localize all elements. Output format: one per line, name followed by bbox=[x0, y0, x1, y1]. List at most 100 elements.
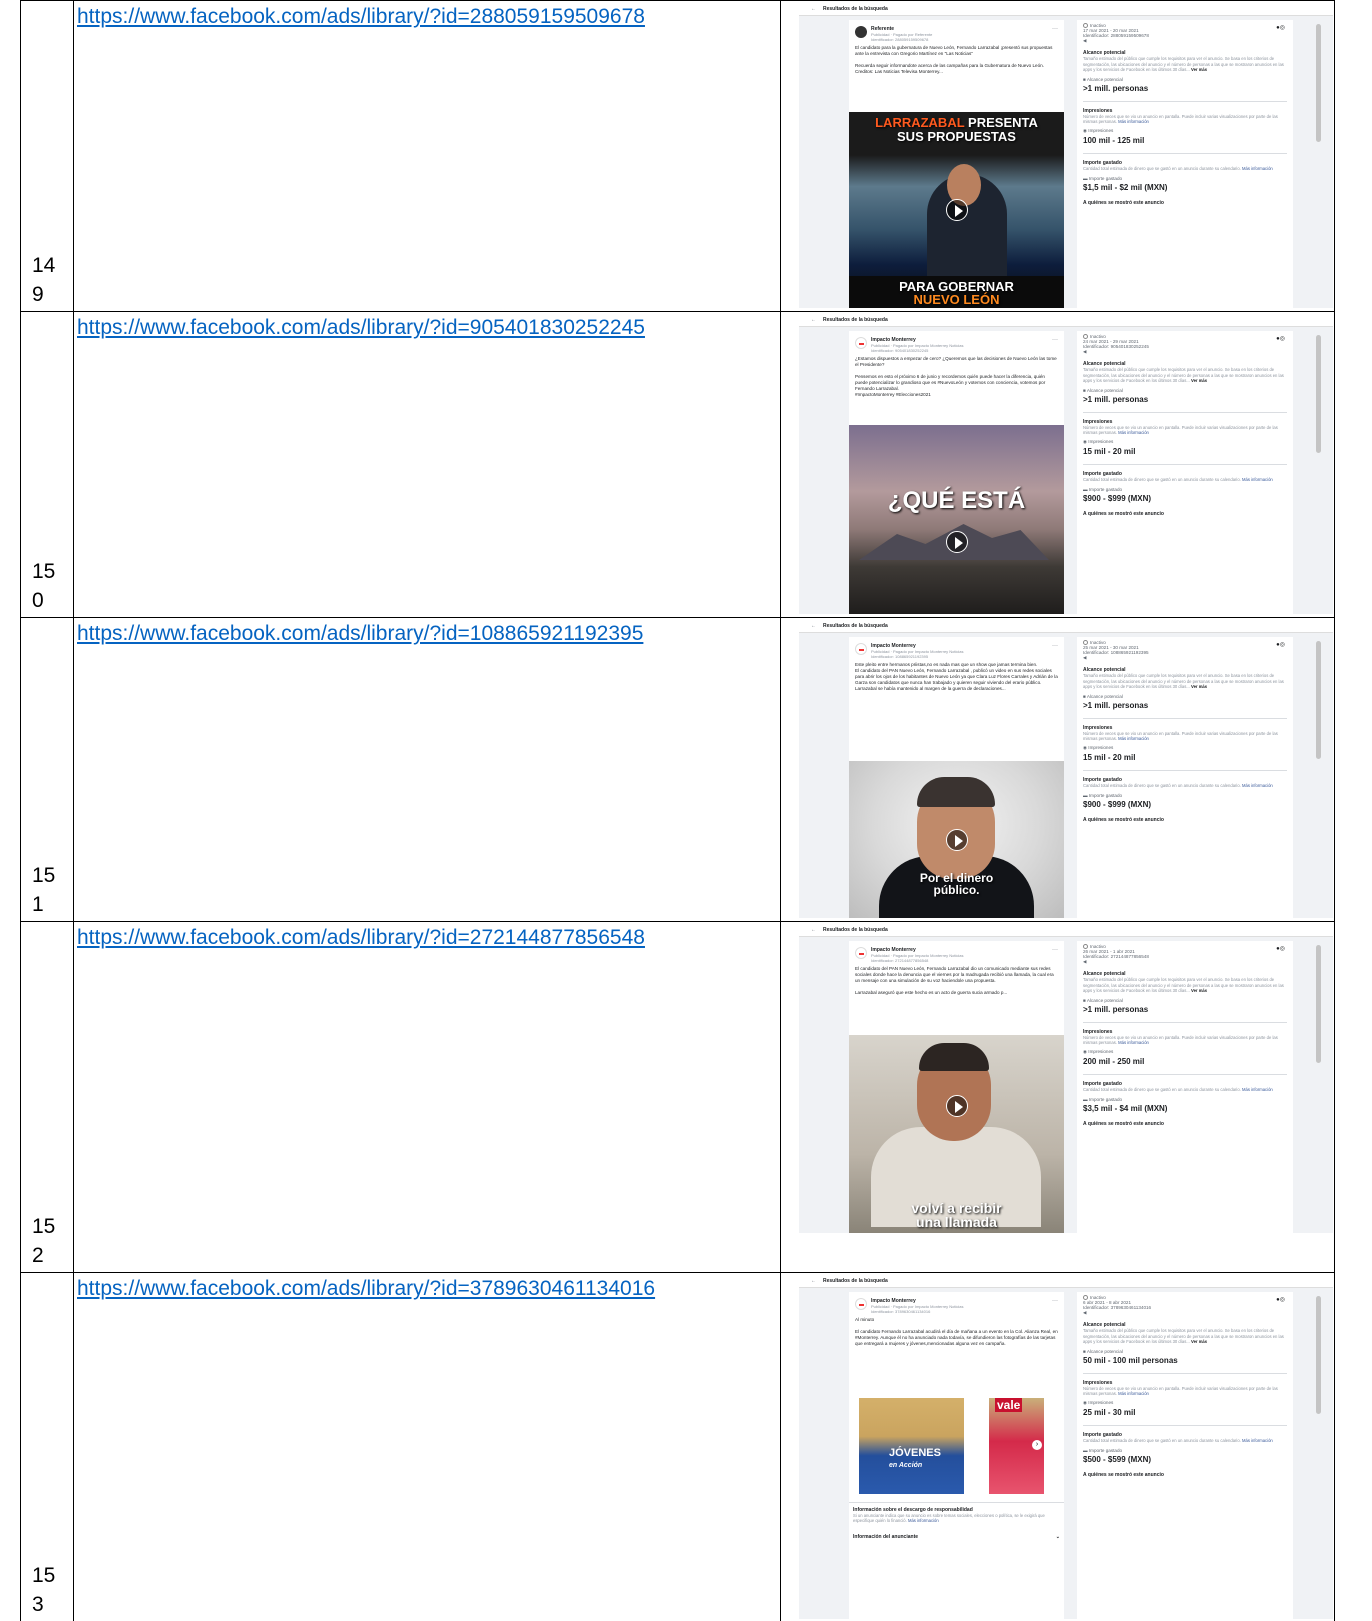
more-info-link[interactable]: Más información bbox=[908, 1518, 939, 1523]
instagram-icon: ◎ bbox=[1279, 642, 1285, 648]
impressions-value: 200 mil - 250 mil bbox=[1083, 1057, 1145, 1067]
platform-icons: ●◎ bbox=[1276, 335, 1285, 342]
who-saw-ad-link[interactable]: A quiénes se mostró este anuncio bbox=[1083, 200, 1287, 206]
row-number: 15 3 bbox=[32, 1564, 56, 1616]
who-saw-ad-link[interactable]: A quiénes se mostró este anuncio bbox=[1083, 1472, 1287, 1478]
back-bar[interactable]: ← Resultados de la búsqueda bbox=[799, 313, 1333, 327]
ad-library-screenshot: ← Resultados de la búsqueda Impacto Monte… bbox=[799, 923, 1333, 1233]
more-info-link[interactable]: Más información bbox=[1242, 477, 1273, 482]
play-icon[interactable] bbox=[945, 1095, 968, 1118]
disclaimer-icon: ◀ bbox=[1083, 959, 1087, 965]
carousel-next-icon[interactable]: › bbox=[1032, 1440, 1042, 1450]
see-more-link[interactable]: Ver más bbox=[1191, 1339, 1207, 1344]
url-cell: https://www.facebook.com/ads/library/?id… bbox=[73, 921, 781, 1273]
ad-media[interactable]: volví a recibir una llamada bbox=[849, 1035, 1064, 1233]
ad-media[interactable]: LARRAZABAL PRESENTA SUS PROPUESTAS PARA G… bbox=[849, 112, 1064, 308]
instagram-icon: ◎ bbox=[1279, 25, 1285, 31]
ad-library-screenshot: ← Resultados de la búsqueda Impacto Monte… bbox=[799, 313, 1333, 614]
disclaimer-icon: ◀ bbox=[1083, 655, 1087, 661]
back-bar[interactable]: ← Resultados de la búsqueda bbox=[799, 923, 1333, 937]
card2-label: vale bbox=[995, 1398, 1023, 1412]
ad-identifier: Identificador: 905401830252245 bbox=[871, 348, 929, 353]
more-info-link[interactable]: Más información bbox=[1118, 736, 1149, 741]
see-more-link[interactable]: Ver más bbox=[1191, 67, 1207, 72]
row-number: 15 2 bbox=[32, 1215, 56, 1267]
more-options-icon[interactable]: ··· bbox=[1052, 643, 1058, 649]
back-bar[interactable]: ← Resultados de la búsqueda bbox=[799, 1274, 1333, 1288]
ad-page-header: Impacto Monterrey Publicidad · Pagado po… bbox=[849, 941, 1064, 965]
play-icon[interactable] bbox=[945, 531, 968, 554]
ad-library-link[interactable]: https://www.facebook.com/ads/library/?id… bbox=[77, 926, 645, 949]
instagram-icon: ◎ bbox=[1279, 336, 1285, 342]
platform-icons: ●◎ bbox=[1276, 24, 1285, 31]
more-info-link[interactable]: Más información bbox=[1242, 1087, 1273, 1092]
ad-media[interactable]: JÓVENES en Acción vale › Información sobr… bbox=[849, 1390, 1064, 1619]
see-more-link[interactable]: Ver más bbox=[1191, 378, 1207, 383]
reach-value: >1 mill. personas bbox=[1083, 83, 1149, 93]
ad-media[interactable]: ¿QUÉ ESTÁ bbox=[849, 425, 1064, 614]
scrollbar[interactable] bbox=[1316, 24, 1321, 142]
chevron-down-icon[interactable]: ⌄ bbox=[1056, 1534, 1060, 1540]
spend-section: Importe gastado Cantidad total estimada … bbox=[1083, 1432, 1287, 1463]
more-info-link[interactable]: Más información bbox=[1242, 1438, 1273, 1443]
screenshot-cell: ← Resultados de la búsqueda Impacto Monte… bbox=[780, 617, 1335, 922]
spend-section: Importe gastado Cantidad total estimada … bbox=[1083, 777, 1287, 808]
ads-table: 14 9 https://www.facebook.com/ads/library… bbox=[20, 0, 1335, 1621]
more-options-icon[interactable]: ··· bbox=[1052, 947, 1058, 953]
url-cell: https://www.facebook.com/ads/library/?id… bbox=[73, 0, 781, 312]
instagram-icon: ◎ bbox=[1279, 1297, 1285, 1303]
play-icon[interactable] bbox=[945, 199, 968, 221]
ad-library-link[interactable]: https://www.facebook.com/ads/library/?id… bbox=[77, 1277, 655, 1300]
overlay-mid: ¿QUÉ ESTÁ bbox=[887, 487, 1026, 514]
ad-card: Impacto Monterrey Publicidad · Pagado po… bbox=[849, 941, 1064, 1233]
back-bar[interactable]: ← Resultados de la búsqueda bbox=[799, 619, 1333, 633]
back-arrow-icon[interactable]: ← bbox=[811, 623, 816, 629]
ad-card: Impacto Monterrey Publicidad · Pagado po… bbox=[849, 331, 1064, 614]
back-arrow-icon[interactable]: ← bbox=[811, 1278, 816, 1284]
scrollbar[interactable] bbox=[1316, 335, 1321, 453]
back-arrow-icon[interactable]: ← bbox=[811, 317, 816, 323]
spend-section: Importe gastado Cantidad total estimada … bbox=[1083, 1081, 1287, 1112]
ad-card: Impacto Monterrey Publicidad · Pagado po… bbox=[849, 637, 1064, 918]
ad-identifier: Identificador: 288059159509678 bbox=[871, 37, 929, 42]
see-more-link[interactable]: Ver más bbox=[1191, 988, 1207, 993]
scrollbar[interactable] bbox=[1316, 641, 1321, 759]
who-saw-ad-link[interactable]: A quiénes se mostró este anuncio bbox=[1083, 1121, 1287, 1127]
reach-value: >1 mill. personas bbox=[1083, 1004, 1149, 1014]
advertiser-info[interactable]: Información del anunciante ⌄ bbox=[853, 1534, 1060, 1540]
ad-library-link[interactable]: https://www.facebook.com/ads/library/?id… bbox=[77, 316, 645, 339]
ad-library-link[interactable]: https://www.facebook.com/ads/library/?id… bbox=[77, 622, 643, 645]
more-info-link[interactable]: Más información bbox=[1118, 1391, 1149, 1396]
scrollbar[interactable] bbox=[1316, 945, 1321, 1063]
ad-media[interactable]: Por el dinero público. bbox=[849, 761, 1064, 918]
spend-value: $900 - $999 (MXN) bbox=[1083, 493, 1152, 503]
more-options-icon[interactable]: ··· bbox=[1052, 1298, 1058, 1304]
spend-value: $500 - $599 (MXN) bbox=[1083, 1454, 1152, 1464]
ad-body-text: El candidato para la gubernatura de Nuev… bbox=[855, 45, 1053, 74]
more-info-link[interactable]: Más información bbox=[1242, 166, 1273, 171]
overlay-bottom: Por el dinero público. bbox=[919, 871, 994, 897]
impressions-section: Impresiones Número de veces que se vio u… bbox=[1083, 419, 1287, 457]
ad-library-screenshot: ← Resultados de la búsqueda Impacto Monte… bbox=[799, 1274, 1333, 1619]
city-photo bbox=[849, 425, 1064, 614]
spend-value: $1,5 mil - $2 mil (MXN) bbox=[1083, 182, 1168, 192]
page-avatar bbox=[855, 1298, 867, 1310]
more-info-link[interactable]: Más información bbox=[1118, 1040, 1149, 1045]
more-info-link[interactable]: Más información bbox=[1118, 119, 1149, 124]
more-info-link[interactable]: Más información bbox=[1242, 783, 1273, 788]
who-saw-ad-link[interactable]: A quiénes se mostró este anuncio bbox=[1083, 817, 1287, 823]
more-info-link[interactable]: Más información bbox=[1118, 430, 1149, 435]
row-number: 15 1 bbox=[32, 864, 56, 916]
back-bar[interactable]: ← Resultados de la búsqueda bbox=[799, 2, 1333, 16]
play-icon[interactable] bbox=[945, 828, 968, 851]
ad-library-link[interactable]: https://www.facebook.com/ads/library/?id… bbox=[77, 5, 645, 28]
back-arrow-icon[interactable]: ← bbox=[811, 927, 816, 933]
more-options-icon[interactable]: ··· bbox=[1052, 26, 1058, 32]
back-arrow-icon[interactable]: ← bbox=[811, 6, 816, 12]
more-options-icon[interactable]: ··· bbox=[1052, 337, 1058, 343]
scrollbar[interactable] bbox=[1316, 1296, 1321, 1414]
ad-page-header: Impacto Monterrey Publicidad · Pagado po… bbox=[849, 637, 1064, 661]
impressions-value: 15 mil - 20 mil bbox=[1083, 753, 1136, 763]
see-more-link[interactable]: Ver más bbox=[1191, 684, 1207, 689]
who-saw-ad-link[interactable]: A quiénes se mostró este anuncio bbox=[1083, 511, 1287, 517]
